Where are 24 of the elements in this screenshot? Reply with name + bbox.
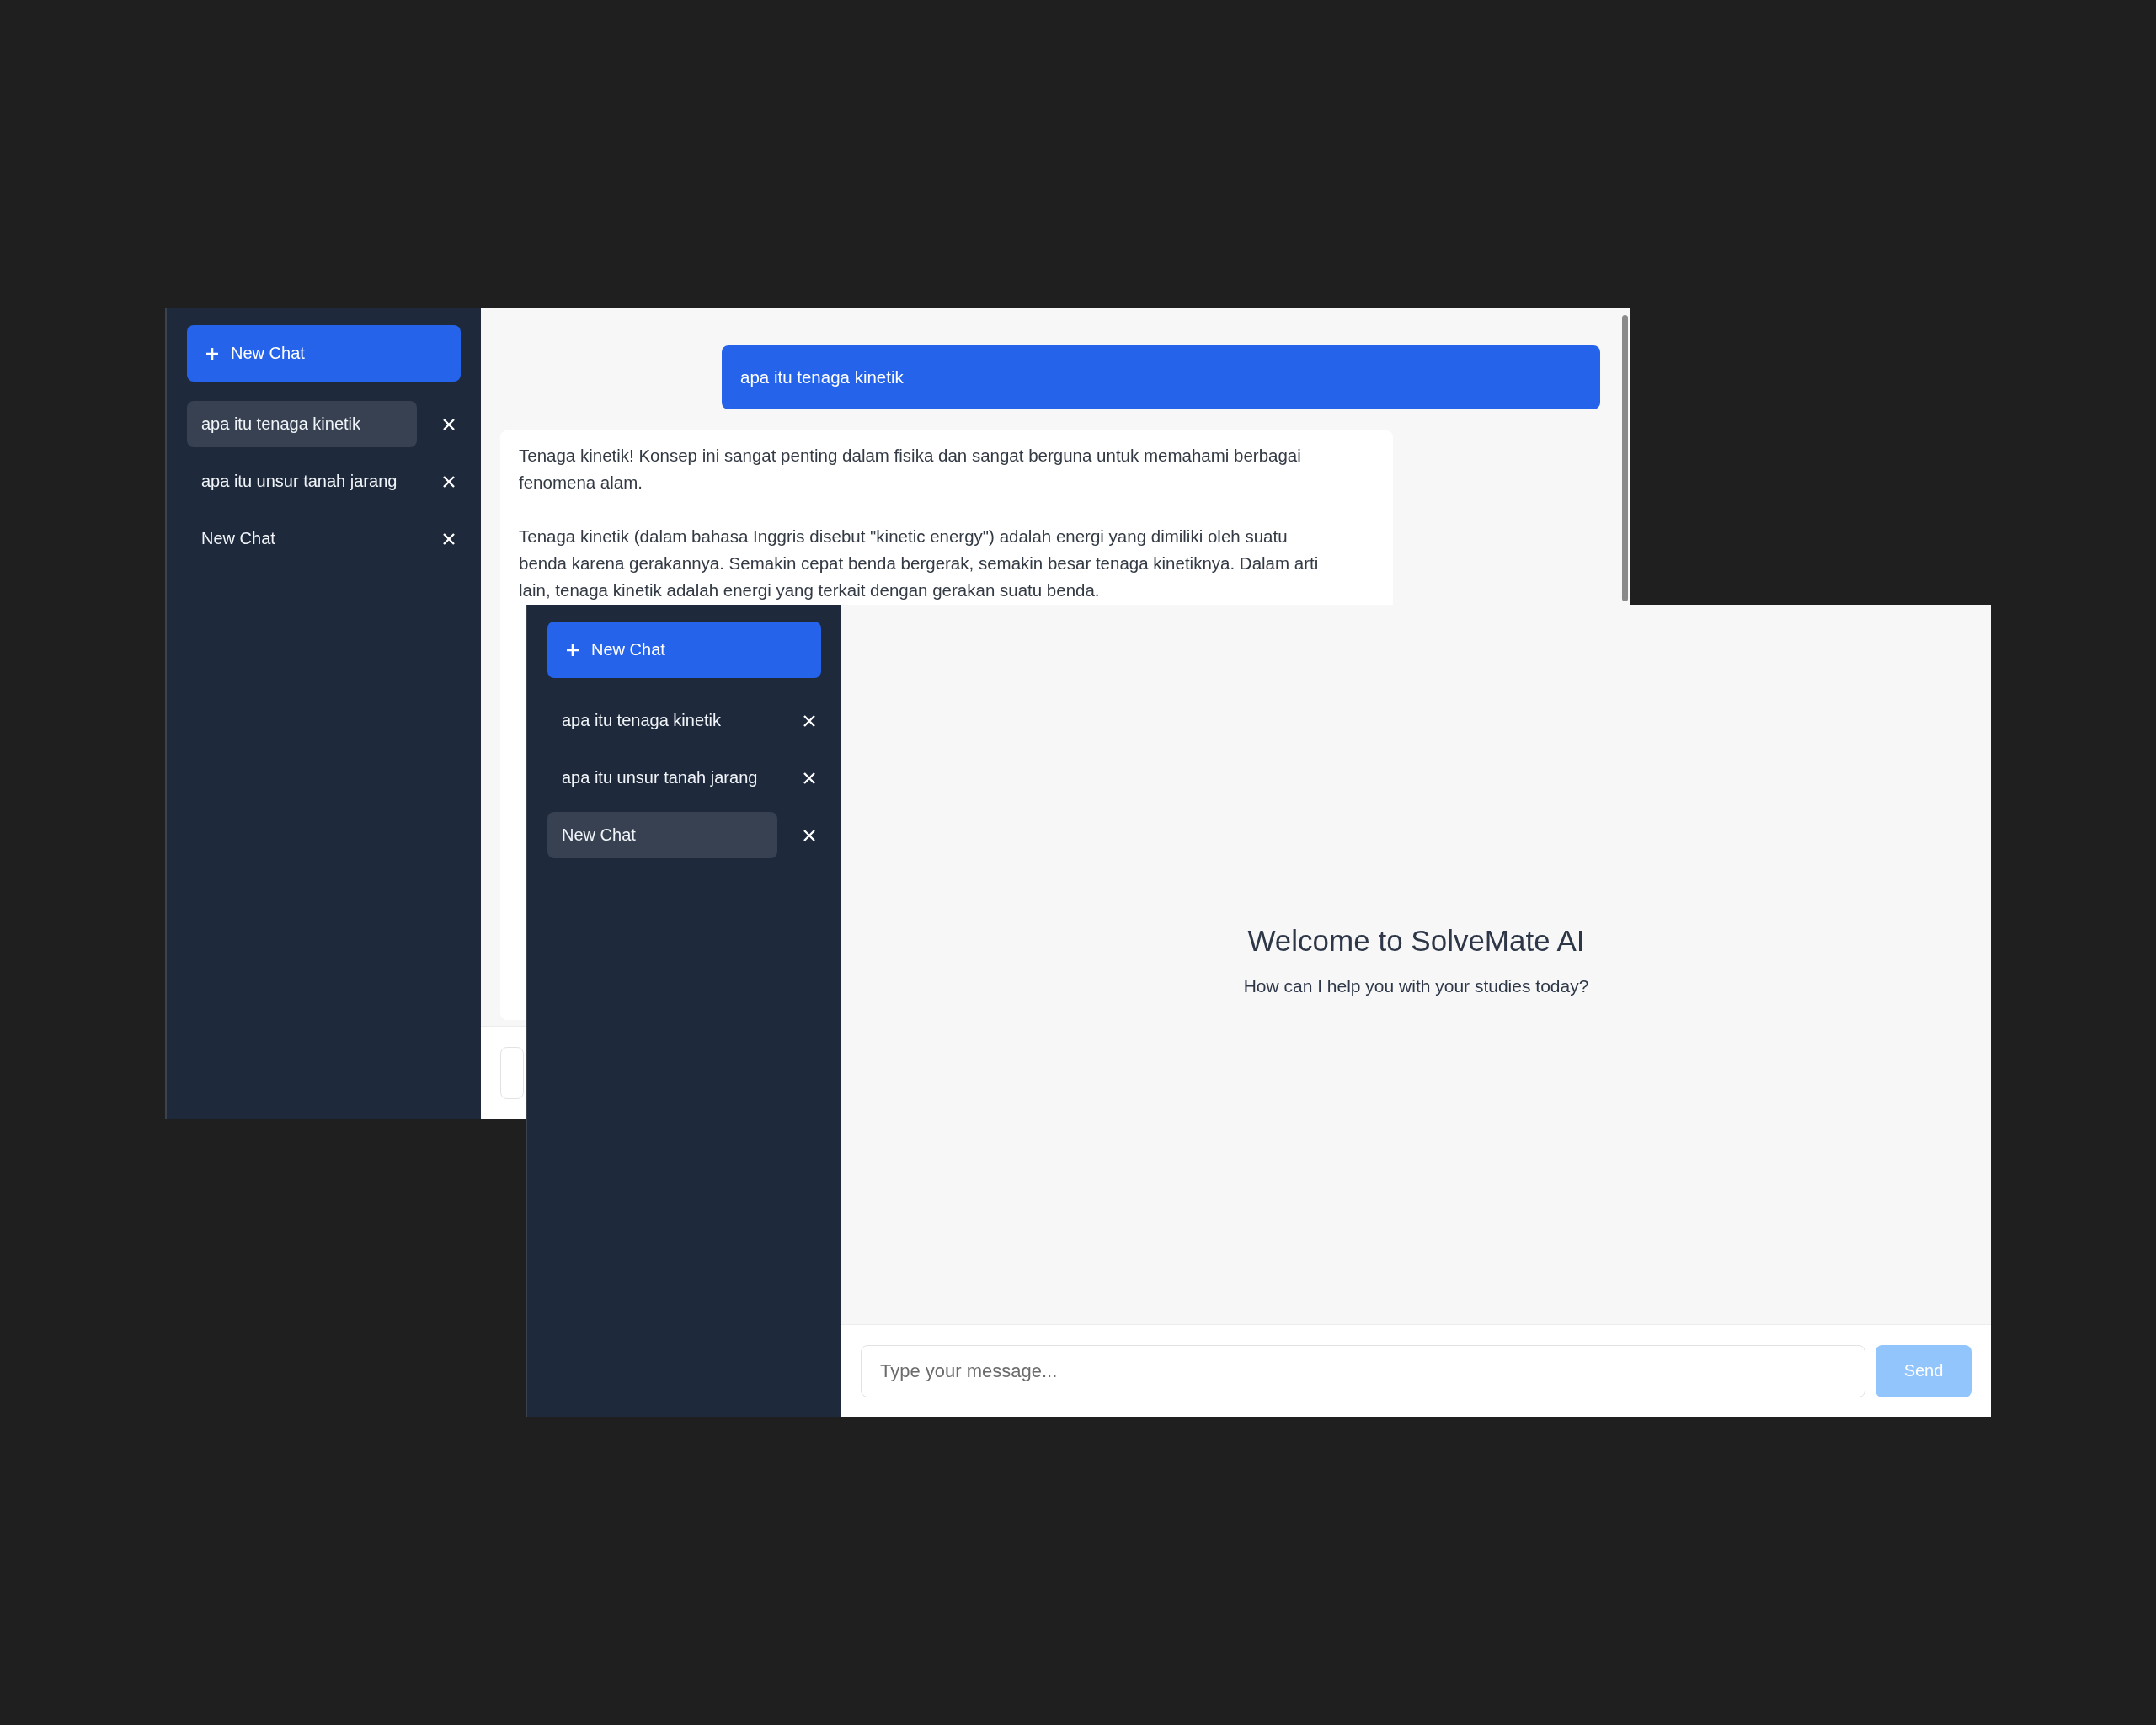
close-icon bbox=[803, 828, 816, 842]
close-icon bbox=[442, 417, 456, 431]
chat-item[interactable]: apa itu unsur tanah jarang bbox=[547, 755, 777, 801]
chat-item[interactable]: apa itu unsur tanah jarang bbox=[187, 458, 417, 505]
chat-item[interactable]: apa itu tenaga kinetik bbox=[547, 697, 777, 744]
welcome-title: Welcome to SolveMate AI bbox=[1247, 924, 1585, 958]
message-input[interactable]: Type your message... bbox=[861, 1344, 1865, 1397]
new-chat-button[interactable]: New Chat bbox=[187, 325, 461, 382]
close-icon bbox=[803, 713, 816, 728]
message-text: Tenaga kinetik (dalam bahasa Inggris disebut "kinetic energy") adalah energi yang dimiliki oleh suatu benda karena gerakannya. Semakin cepat benda bergerak, semakin besar tenaga kinetiknya. Dalam arti lain, tenaga kinetik adalah energi yang terkait dengan gerakan suatu benda. bbox=[519, 526, 1320, 601]
welcome-subtitle: How can I help you with your studies today? bbox=[1243, 976, 1589, 996]
chat-item[interactable]: apa itu tenaga kinetik bbox=[187, 401, 417, 447]
close-icon bbox=[442, 474, 456, 489]
plus-icon bbox=[205, 346, 219, 360]
chat-item[interactable]: New Chat bbox=[187, 515, 417, 562]
plus-icon bbox=[566, 643, 579, 657]
message-text: Tenaga kinetik! Konsep ini sangat penting dalam fisika dan sangat berguna untuk memahami berbagai fenomena alam. bbox=[519, 445, 1302, 494]
close-icon bbox=[442, 531, 456, 546]
message-input[interactable] bbox=[500, 1046, 524, 1099]
close-icon bbox=[803, 771, 816, 785]
scrollbar[interactable] bbox=[1622, 315, 1628, 601]
message-text: apa itu tenaga kinetik bbox=[740, 366, 905, 388]
chat-item[interactable]: New Chat bbox=[547, 812, 777, 858]
new-chat-button[interactable]: New Chat bbox=[547, 622, 821, 678]
